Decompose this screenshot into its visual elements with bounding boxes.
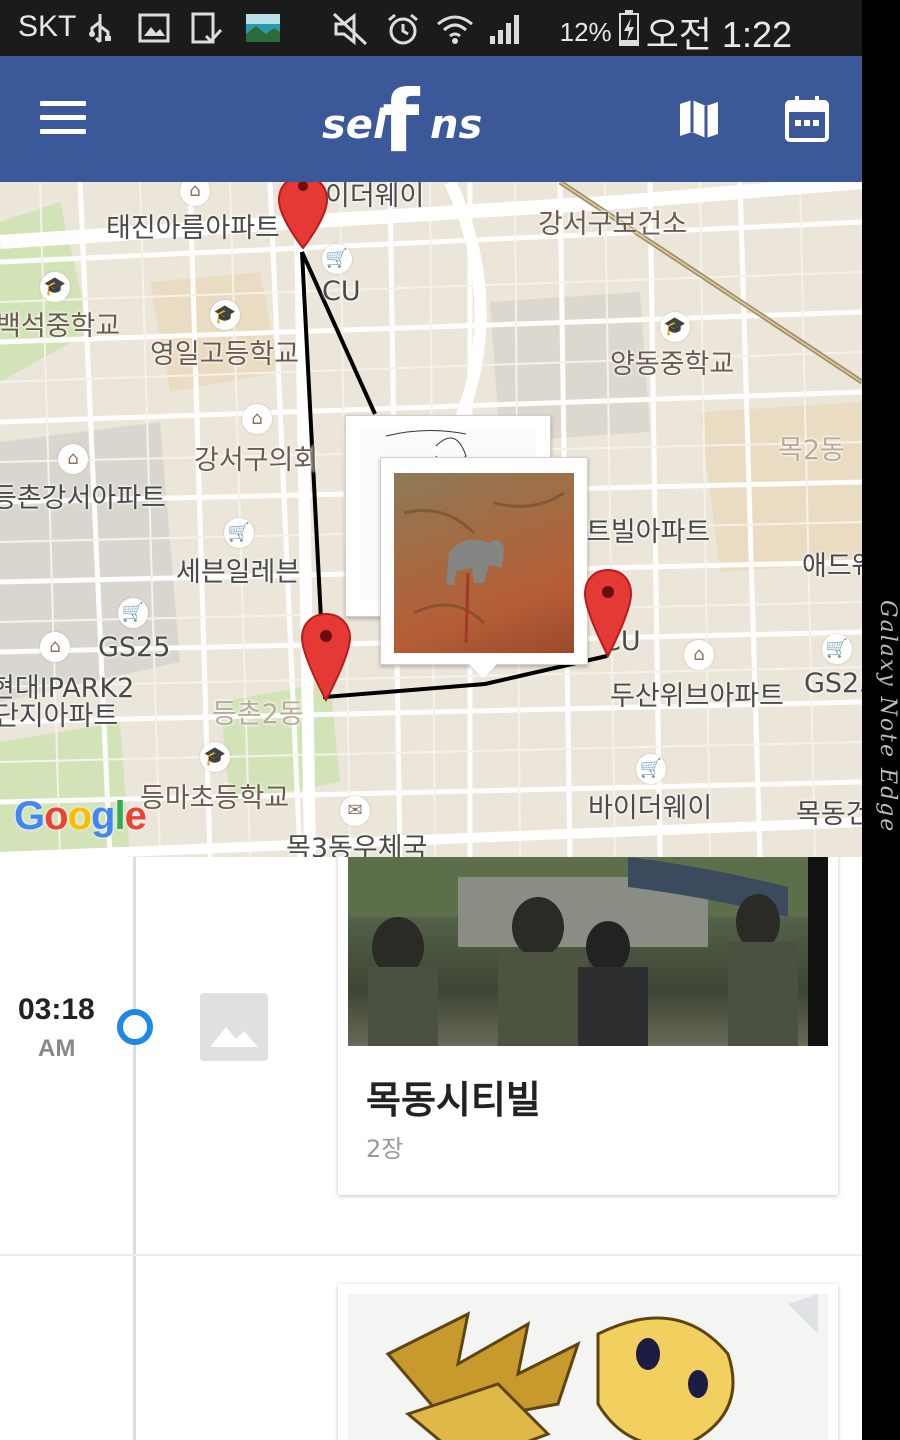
map-label: 강서구의회 <box>194 445 319 476</box>
mute-icon <box>332 12 368 50</box>
timeline-list[interactable]: 03:18 AM 목동시티빌 2장 <box>0 857 862 1440</box>
place-card[interactable] <box>338 1284 838 1440</box>
photo-marker[interactable] <box>380 457 588 678</box>
carrier-label: SKT <box>18 10 77 43</box>
place-card[interactable]: 목동시티빌 2장 <box>338 857 838 1195</box>
entry-ampm: AM <box>38 1035 76 1062</box>
map-label: 이더웨이 <box>325 182 425 212</box>
school-poi-icon: 🎓 <box>210 300 240 330</box>
timeline-dot <box>117 1009 153 1045</box>
map-label: 양동중학교 <box>610 349 735 380</box>
map-label: 영일고등학교 <box>150 339 300 370</box>
map-pin-icon[interactable] <box>300 612 352 702</box>
place-card-photo[interactable] <box>348 857 828 1046</box>
store-poi-icon: 🛒 <box>822 634 852 664</box>
post-office-poi-icon: ✉ <box>340 796 370 826</box>
map-label: 목2동 <box>778 435 845 466</box>
map-pin-icon[interactable] <box>583 568 633 658</box>
timeline-line <box>133 857 136 1440</box>
map-label: GS25 <box>804 668 862 699</box>
map-label: 두산위브아파트 <box>610 681 784 712</box>
map-label: 강서구보건소 <box>538 209 688 240</box>
status-bar: SKT 12% 오전 1:22 <box>0 0 862 56</box>
home-poi-icon: ⌂ <box>684 640 714 670</box>
menu-icon[interactable] <box>40 101 86 137</box>
timeline-divider <box>0 1254 862 1256</box>
map-label: 등촌강서아파트 <box>0 483 166 514</box>
map-label: 목3동우체국 <box>286 833 428 857</box>
map-view-icon[interactable] <box>676 96 722 146</box>
store-poi-icon: 🛒 <box>224 518 254 548</box>
map-label: 백석중학교 <box>0 311 121 342</box>
map-label: 태진아름아파트 <box>106 213 280 244</box>
status-right: 12% 오전 1:22 <box>560 6 792 58</box>
photo-count: 2장 <box>366 1135 404 1163</box>
map-label: 등촌2동 <box>212 699 304 730</box>
map-label: 트빌아파트 <box>586 517 711 548</box>
store-poi-icon: 🛒 <box>636 754 666 784</box>
alarm-icon <box>386 12 420 50</box>
home-poi-icon: ⌂ <box>40 632 70 662</box>
signal-icon <box>488 12 524 50</box>
place-title: 목동시티빌 <box>366 1078 541 1122</box>
map-label: 애드웨 <box>802 551 862 582</box>
map-label: CU <box>322 276 361 307</box>
map-label: GS25 <box>98 632 171 663</box>
map-label: 목동건 <box>796 799 862 830</box>
app-bar: sel f ns <box>0 56 862 182</box>
map-label: 단지아파트 <box>0 701 119 732</box>
map-view[interactable]: ⌂ 🎓 🎓 🎓 ⌂ ⌂ 🛒 🛒 🛒 ⌂ ⌂ 🛒 🎓 🛒 ✉ 이더웨이 태진아름아… <box>0 182 862 857</box>
map-label: 세븐일레븐 <box>176 557 301 588</box>
map-label: 등마초등학교 <box>140 783 290 814</box>
government-poi-icon: ⌂ <box>242 404 272 434</box>
map-label: 바이더웨이 <box>588 793 713 824</box>
entry-time: 03:18 <box>18 993 95 1026</box>
screenshot-icon <box>190 12 224 50</box>
school-poi-icon: 🎓 <box>40 272 70 302</box>
home-poi-icon: ⌂ <box>58 444 88 474</box>
google-attribution[interactable]: Google <box>14 794 147 839</box>
calendar-icon[interactable] <box>785 94 829 146</box>
school-poi-icon: 🎓 <box>660 312 690 342</box>
clock: 오전 1:22 <box>645 14 792 55</box>
wifi-icon <box>436 12 474 50</box>
device-edge-watermark: Galaxy Note Edge <box>875 600 900 834</box>
gallery-icon <box>138 12 170 48</box>
marker-photo-thumbnail <box>394 473 574 653</box>
school-poi-icon: 🎓 <box>200 742 230 772</box>
usb-icon <box>88 12 112 50</box>
battery-percent: 12% <box>559 16 612 47</box>
place-card-photo[interactable] <box>348 1294 828 1440</box>
store-poi-icon: 🛒 <box>118 598 148 628</box>
image-placeholder-icon[interactable] <box>200 993 268 1061</box>
image-thumbnail-icon <box>246 12 280 48</box>
battery-charging-icon <box>618 9 640 56</box>
map-pin-icon[interactable] <box>277 182 329 250</box>
